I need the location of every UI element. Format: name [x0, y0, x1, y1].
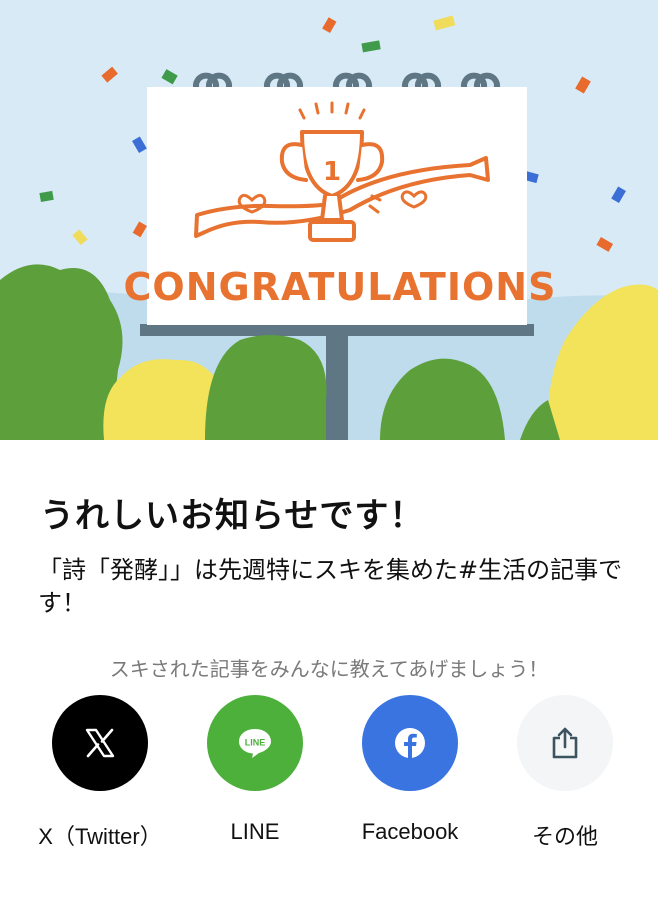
facebook-logo-icon: [395, 728, 425, 758]
line-logo-circle[interactable]: LINE: [207, 695, 303, 791]
share-other-circle[interactable]: [517, 695, 613, 791]
share-x-label: X（Twitter）: [38, 824, 162, 849]
share-other-button[interactable]: その他: [490, 695, 640, 851]
trophy-number: 1: [323, 157, 341, 187]
share-line-button[interactable]: LINE LINE: [180, 695, 330, 845]
x-logo-icon: [85, 728, 115, 758]
x-logo-circle[interactable]: [52, 695, 148, 791]
share-prompt: スキされた記事をみんなに教えてあげましょう！: [109, 657, 549, 681]
share-other-label: その他: [531, 824, 598, 849]
notice-message: 「詩「発酵」」は先週特にスキを集めた#生活の記事です！: [38, 556, 623, 617]
share-facebook-label: Facebook: [361, 819, 459, 844]
share-x-button[interactable]: X（Twitter）: [25, 695, 175, 851]
share-facebook-button[interactable]: Facebook: [335, 695, 485, 845]
line-logo-icon: LINE: [239, 729, 271, 758]
share-options: X（Twitter） LINE LINE Facebook その他: [0, 695, 658, 855]
banner-text: CONGRATULATIONS: [124, 265, 557, 309]
svg-text:LINE: LINE: [245, 738, 266, 748]
page-title: うれしいお知らせです！: [40, 496, 425, 536]
congratulations-illustration: 1 CONGRATULATIONS: [0, 0, 658, 440]
share-icon: [552, 727, 578, 759]
share-line-label: LINE: [230, 819, 280, 844]
facebook-logo-circle[interactable]: [362, 695, 458, 791]
